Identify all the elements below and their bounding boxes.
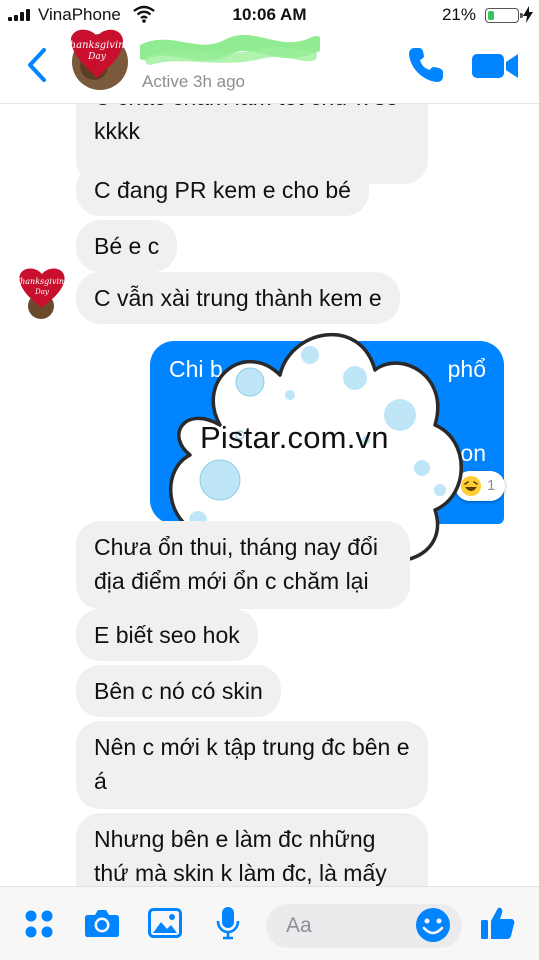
received-message[interactable]: E biết seo hok [76, 609, 258, 661]
received-message[interactable]: Bé e c [76, 220, 178, 272]
charging-bolt-icon [523, 6, 533, 23]
reaction-count: 1 [487, 477, 496, 494]
received-message[interactable]: Nên c mới k tập trung đc bên e á [76, 721, 428, 809]
phone-call-icon[interactable] [405, 44, 447, 86]
conversation-header: Thanksgiving Day Active 3h ago [0, 29, 539, 104]
microphone-icon[interactable] [216, 906, 240, 940]
redaction-scribble [140, 34, 320, 65]
battery-icon [485, 8, 523, 23]
thumbs-up-icon[interactable] [480, 905, 516, 941]
message-list[interactable]: C chắc chăm làm tốt chứ k sẽ kkkk C đang… [0, 104, 539, 886]
gallery-icon[interactable] [148, 908, 182, 938]
video-call-icon[interactable] [470, 48, 520, 84]
message-composer [0, 886, 539, 960]
camera-icon[interactable] [84, 908, 120, 938]
contact-avatar-small[interactable]: Thanksgiving Day [18, 264, 68, 322]
received-message[interactable]: Chưa ổn thui, tháng nay đổi địa điểm mới… [76, 521, 410, 609]
received-message[interactable]: C đang PR kem e cho bé [76, 164, 369, 216]
battery-percent: 21% [441, 5, 476, 24]
svg-text:Day: Day [87, 52, 107, 62]
emoji-icon[interactable] [415, 907, 451, 943]
received-message[interactable]: C vẫn xài trung thành kem e [76, 272, 400, 324]
watermark-text: Pistar.com.vn [200, 420, 389, 455]
svg-text:Thanksgiving: Thanksgiving [64, 40, 131, 51]
svg-text:Thanksgiving: Thanksgiving [18, 277, 68, 286]
svg-text:Day: Day [34, 288, 50, 296]
active-status: Active 3h ago [142, 72, 246, 91]
received-message[interactable]: Bên c nó có skin [76, 665, 281, 717]
back-chevron-icon[interactable] [18, 44, 58, 86]
contact-avatar[interactable]: Thanksgiving Day [64, 22, 142, 94]
received-message[interactable]: Nhưng bên e làm đc những thứ mà skin k l… [76, 813, 428, 886]
more-apps-icon[interactable] [24, 909, 54, 939]
